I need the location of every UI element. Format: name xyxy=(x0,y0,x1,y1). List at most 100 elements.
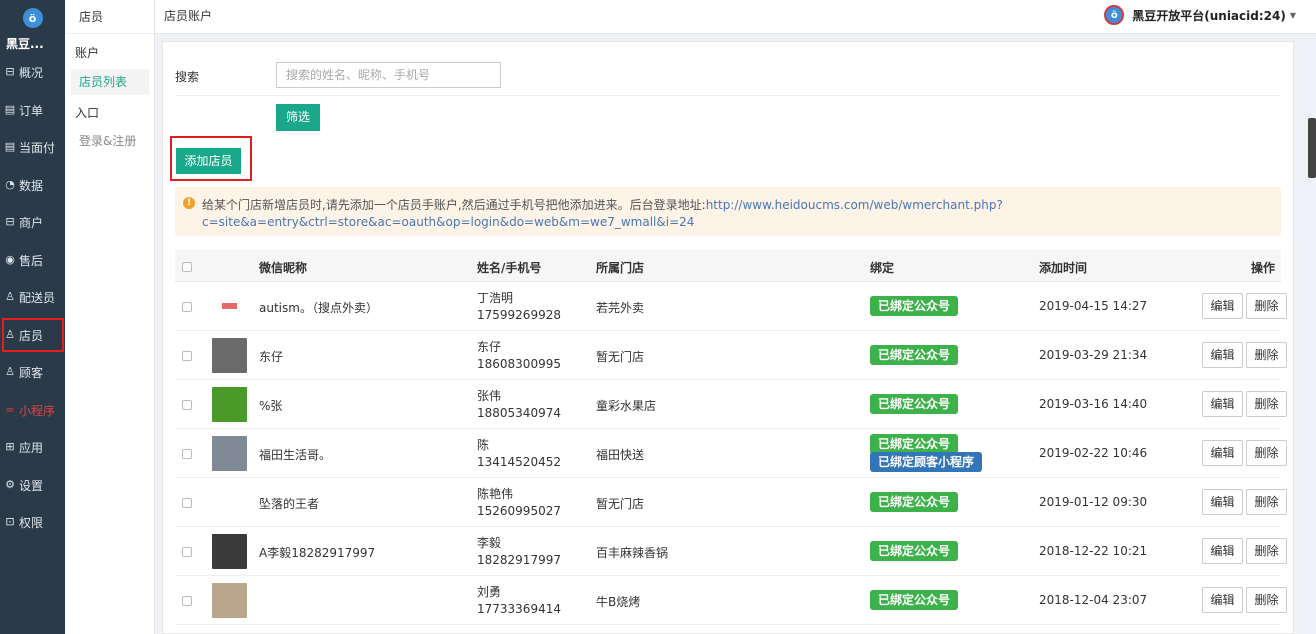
clerk-name: 陈 xyxy=(477,438,490,452)
nav-item-4[interactable]: ◔ 数据 xyxy=(4,170,62,200)
top-bar: 店员账户 ö 黑豆开放平台(uniacid:24) ▼ xyxy=(155,0,1316,34)
nav-item-7[interactable]: ♙ 配送员 xyxy=(4,282,62,312)
clerk-phone: 17733369414 xyxy=(477,602,561,616)
scrollbar[interactable] xyxy=(1308,118,1316,178)
nav-item-label: 权限 xyxy=(19,515,44,530)
clerk-phone: 18608300995 xyxy=(477,357,561,371)
service-icon: ◉ xyxy=(5,253,15,266)
avatar-image xyxy=(222,303,237,309)
table-header: 微信昵称 姓名/手机号 所属门店 绑定 添加时间 操作 xyxy=(175,250,1281,282)
notice-text: 给某个门店新增店员时,请先添加一个店员手账户,然后通过手机号把他添加进来。后台登… xyxy=(202,198,706,212)
row-checkbox[interactable] xyxy=(182,498,192,508)
logo-icon: ö xyxy=(22,8,43,28)
add-clerk-button[interactable]: 添加店员 xyxy=(176,148,241,174)
sub-link-clerk-list[interactable]: 店员列表 xyxy=(71,69,149,95)
name-phone: 陈 13414520452 xyxy=(477,437,561,471)
nav-item-label: 数据 xyxy=(19,178,44,193)
delete-button[interactable]: 删除 xyxy=(1246,391,1287,417)
name-phone: 丁浩明 17599269928 xyxy=(477,290,561,324)
edit-button[interactable]: 编辑 xyxy=(1202,489,1243,515)
header-nickname: 微信昵称 xyxy=(259,261,308,275)
store-name: 牛B烧烤 xyxy=(596,595,641,609)
dashboard-icon: ⊟ xyxy=(5,65,15,78)
edit-button[interactable]: 编辑 xyxy=(1202,440,1243,466)
clerk-name: 张伟 xyxy=(477,389,502,403)
nav-item-11[interactable]: ⊞ 应用 xyxy=(4,432,62,462)
table-row: %张 张伟 18805340974 童彩水果店 已绑定公众号 2019-03-16 14:… xyxy=(175,380,1287,429)
nav-item-5[interactable]: ⊟ 商户 xyxy=(4,207,62,237)
delete-button[interactable]: 删除 xyxy=(1246,440,1287,466)
logo[interactable]: ö xyxy=(0,0,65,36)
delete-button[interactable]: 删除 xyxy=(1246,293,1287,319)
sub-group-account: 账户 xyxy=(75,46,100,60)
added-time: 2019-04-15 14:27 xyxy=(1039,299,1148,313)
clerk-phone: 18282917997 xyxy=(477,553,561,567)
avatar xyxy=(212,534,247,569)
notice-box: ! 给某个门店新增店员时,请先添加一个店员手账户,然后通过手机号把他添加进来。后… xyxy=(175,187,1281,236)
nav-item-1[interactable]: ⊟ 概况 xyxy=(4,57,62,87)
sub-group-entry: 入口 xyxy=(75,106,100,120)
filter-button[interactable]: 筛选 xyxy=(276,104,320,131)
store-name: 若芫外卖 xyxy=(596,301,645,315)
nav-item-9[interactable]: ♙ 顾客 xyxy=(4,357,62,387)
row-checkbox[interactable] xyxy=(182,547,192,557)
delete-button[interactable]: 删除 xyxy=(1246,342,1287,368)
added-time: 2019-01-12 09:30 xyxy=(1039,495,1148,509)
nav-item-10[interactable]: ∞ 小程序 xyxy=(4,395,62,425)
avatar xyxy=(212,436,247,471)
table-row: 坠落的王者 陈艳伟 15260995027 暂无门店 已绑定公众号 2019-01-12 … xyxy=(175,478,1287,527)
search-label: 搜索 xyxy=(175,70,200,84)
sub-link-login-register[interactable]: 登录&注册 xyxy=(71,128,149,154)
table-row: 福田生活哥。 陈 13414520452 福田快送 已绑定公众号 已绑定顾客小程序 2019… xyxy=(175,429,1287,478)
row-checkbox[interactable] xyxy=(182,596,192,606)
edit-button[interactable]: 编辑 xyxy=(1202,538,1243,564)
account-menu[interactable]: ö 黑豆开放平台(uniacid:24) ▼ xyxy=(1104,0,1296,30)
shop-icon: ⊟ xyxy=(5,215,15,228)
nav-item-8[interactable]: ♙ 店员 xyxy=(2,318,64,352)
row-checkbox[interactable] xyxy=(182,302,192,312)
nav-item-label: 顾客 xyxy=(19,365,44,380)
breadcrumb: 店员账户 xyxy=(164,9,213,23)
warning-icon: ! xyxy=(183,197,195,209)
store-name: 暂无门店 xyxy=(596,350,645,364)
select-all-checkbox[interactable] xyxy=(182,262,192,272)
notice-url-part2[interactable]: c=site&a=entry&ctrl=store&ac=oauth&op=lo… xyxy=(202,215,694,229)
search-input[interactable] xyxy=(276,62,501,88)
nav-item-2[interactable]: ▤ 订单 xyxy=(4,95,62,125)
header-name-phone: 姓名/手机号 xyxy=(477,261,542,275)
row-checkbox[interactable] xyxy=(182,449,192,459)
edit-button[interactable]: 编辑 xyxy=(1202,293,1243,319)
clerk-phone: 17599269928 xyxy=(477,308,561,322)
delete-button[interactable]: 删除 xyxy=(1246,538,1287,564)
nav-item-12[interactable]: ⚙ 设置 xyxy=(4,470,62,500)
nickname: 东仔 xyxy=(259,350,284,364)
sub-sidebar-title: 店员 xyxy=(65,0,154,34)
table-row: autism。（搜点外卖） 丁浩明 17599269928 若芫外卖 已绑定公众号 201… xyxy=(175,282,1287,331)
nav-item-13[interactable]: ⊡ 权限 xyxy=(4,507,62,537)
bind-status-badge: 已绑定公众号 xyxy=(870,590,959,610)
edit-button[interactable]: 编辑 xyxy=(1202,587,1243,613)
nickname: 坠落的王者 xyxy=(259,497,320,511)
delete-button[interactable]: 删除 xyxy=(1246,489,1287,515)
notice-url-part1[interactable]: http://www.heidoucms.com/web/wmerchant.p… xyxy=(706,198,1003,212)
added-time: 2019-03-29 21:34 xyxy=(1039,348,1148,362)
edit-button[interactable]: 编辑 xyxy=(1202,342,1243,368)
divider xyxy=(175,95,1281,96)
table-row: A李毅18282917997 李毅 18282917997 百丰麻辣香锅 已绑定公众号 2… xyxy=(175,527,1287,576)
delete-button[interactable]: 删除 xyxy=(1246,587,1287,613)
bind-status-badge: 已绑定公众号 xyxy=(870,541,959,561)
avatar xyxy=(212,583,247,618)
added-time: 2018-12-22 10:21 xyxy=(1039,544,1148,558)
store-name: 暂无门店 xyxy=(596,497,645,511)
lock-icon: ⊡ xyxy=(5,515,15,528)
nav-item-label: 概况 xyxy=(19,65,44,80)
bind-status-badge: 已绑定公众号 xyxy=(870,345,959,365)
name-phone: 张伟 18805340974 xyxy=(477,388,561,422)
row-checkbox[interactable] xyxy=(182,351,192,361)
row-checkbox[interactable] xyxy=(182,400,192,410)
nav-item-label: 店员 xyxy=(19,328,44,343)
nav-item-6[interactable]: ◉ 售后 xyxy=(4,245,62,275)
edit-button[interactable]: 编辑 xyxy=(1202,391,1243,417)
header-time: 添加时间 xyxy=(1039,261,1088,275)
nav-item-3[interactable]: ▤ 当面付 xyxy=(4,132,62,162)
